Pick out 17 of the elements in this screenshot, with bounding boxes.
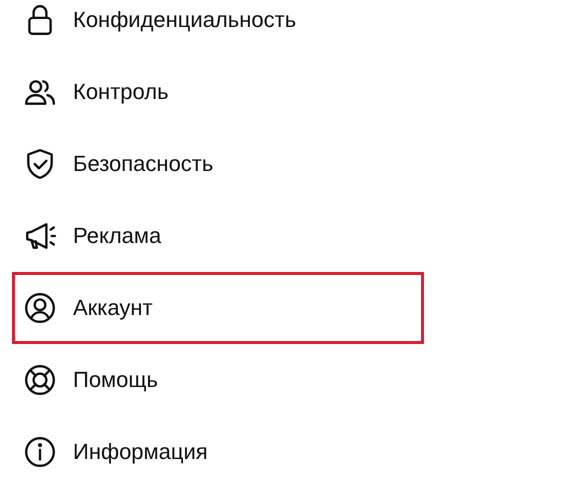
menu-label: Аккаунт (73, 295, 153, 321)
menu-label: Контроль (73, 79, 169, 105)
menu-item[interactable]: Безопасность (12, 128, 424, 200)
menu-label: Реклама (73, 223, 162, 249)
user-circle-icon (23, 291, 57, 325)
menu-label: Конфиденциальность (73, 7, 296, 33)
menu-item[interactable]: Реклама (12, 200, 424, 272)
info-icon (23, 435, 57, 469)
menu-label: Информация (73, 439, 208, 465)
lifebuoy-icon (23, 363, 57, 397)
menu-item[interactable]: Информация (12, 416, 424, 481)
menu-item[interactable]: Помощь (12, 344, 424, 416)
highlighted-menu-item[interactable]: Аккаунт (12, 272, 424, 344)
menu-label: Помощь (73, 367, 158, 393)
menu-item[interactable]: Контроль (12, 56, 424, 128)
menu-label: Безопасность (73, 151, 214, 177)
menu-item[interactable]: Конфиденциальность (12, 0, 424, 56)
